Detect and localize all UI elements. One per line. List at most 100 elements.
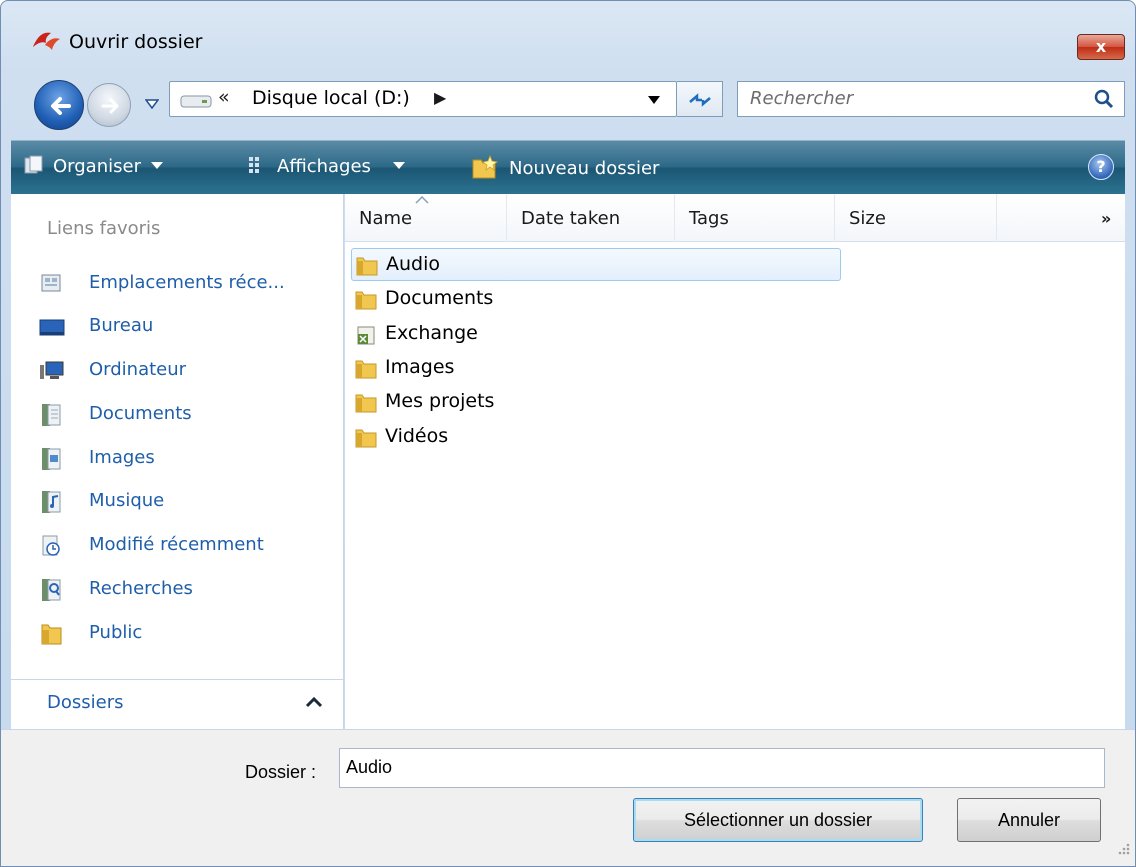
new-folder-label: Nouveau dossier xyxy=(509,158,660,179)
desktop-icon xyxy=(39,319,65,336)
close-button[interactable]: x xyxy=(1077,34,1125,60)
nav-item-public[interactable]: Public xyxy=(35,616,335,652)
list-item[interactable]: Vidéos xyxy=(351,421,841,454)
nav-item-label: Emplacements réce... xyxy=(89,272,285,293)
nav-item-recent-places[interactable]: Emplacements réce... xyxy=(35,266,335,302)
folder-name-field[interactable]: Audio xyxy=(339,748,1105,788)
column-label: Tags xyxy=(689,208,729,229)
nav-item-label: Images xyxy=(89,447,155,468)
file-name: Images xyxy=(385,356,455,378)
column-header-size[interactable]: Size xyxy=(835,194,997,242)
column-header-tags[interactable]: Tags xyxy=(675,194,835,242)
address-location[interactable]: Disque local (D:) xyxy=(252,87,410,109)
column-label: Name xyxy=(359,208,413,229)
list-item[interactable]: Exchange xyxy=(351,318,841,351)
back-button[interactable] xyxy=(34,80,84,130)
address-overflow-chevrons[interactable]: « xyxy=(218,86,230,108)
open-folder-dialog: Ouvrir dossier x « Disque local (D:) ▶ R… xyxy=(0,0,1136,867)
list-item[interactable]: Mes projets xyxy=(351,386,841,419)
computer-icon xyxy=(40,361,64,379)
organize-caret-icon xyxy=(150,162,163,169)
close-icon: x xyxy=(1095,37,1107,56)
music-icon xyxy=(42,491,61,513)
public-folder-icon xyxy=(41,624,62,645)
exchange-file-icon xyxy=(357,326,375,345)
select-folder-button[interactable]: Sélectionner un dossier xyxy=(633,798,923,842)
folder-icon xyxy=(355,360,377,379)
folder-icon xyxy=(355,394,377,413)
folders-toggle[interactable]: Dossiers xyxy=(11,679,344,729)
more-columns-chevron-icon[interactable]: » xyxy=(1101,209,1111,228)
search-placeholder: Rechercher xyxy=(750,88,854,109)
column-label: Size xyxy=(849,208,886,229)
search-input[interactable]: Rechercher xyxy=(737,81,1125,117)
address-bar[interactable]: « Disque local (D:) ▶ xyxy=(169,81,677,117)
nav-item-documents[interactable]: Documents xyxy=(35,397,335,433)
nav-item-label: Bureau xyxy=(89,315,154,336)
folders-label: Dossiers xyxy=(47,692,124,713)
refresh-button[interactable] xyxy=(677,81,723,117)
nav-item-recently-changed[interactable]: Modifié récemment xyxy=(35,528,335,564)
title-bar: Ouvrir dossier x xyxy=(1,1,1135,85)
drive-icon xyxy=(180,95,212,108)
favorite-links-header: Liens favoris xyxy=(47,218,161,239)
views-menu[interactable]: Affichages xyxy=(247,154,405,177)
search-icon[interactable] xyxy=(1094,89,1114,109)
window-title: Ouvrir dossier xyxy=(69,31,203,53)
column-label: Date taken xyxy=(521,208,621,229)
nav-item-label: Ordinateur xyxy=(89,359,187,380)
chevron-up-icon[interactable] xyxy=(305,696,323,708)
nav-item-label: Musique xyxy=(89,490,165,511)
help-icon: ? xyxy=(1096,157,1106,176)
nav-item-label: Modifié récemment xyxy=(89,534,264,555)
organize-menu[interactable]: Organiser xyxy=(23,154,163,177)
folder-icon xyxy=(356,257,378,276)
views-caret-icon xyxy=(392,162,405,169)
nav-item-searches[interactable]: Recherches xyxy=(35,572,335,608)
views-label: Affichages xyxy=(277,156,371,177)
documents-icon xyxy=(42,404,61,426)
address-dropdown-icon[interactable] xyxy=(648,96,660,104)
address-segment-arrow-icon[interactable]: ▶ xyxy=(434,88,446,107)
resize-grip-icon[interactable] xyxy=(1113,838,1131,856)
dialog-footer: Dossier : Audio Sélectionner un dossier … xyxy=(1,729,1135,866)
list-item[interactable]: Documents xyxy=(351,283,841,316)
organize-label: Organiser xyxy=(53,156,141,177)
column-header-row: Name Date taken Tags Size » xyxy=(345,194,1125,242)
folder-icon xyxy=(355,429,377,448)
nav-item-pictures[interactable]: Images xyxy=(35,441,335,477)
file-name: Audio xyxy=(386,253,441,275)
recently-changed-icon xyxy=(42,535,60,556)
nav-item-label: Public xyxy=(89,622,143,643)
file-name: Exchange xyxy=(385,322,478,344)
list-item[interactable]: Images xyxy=(351,352,841,385)
app-logo-icon xyxy=(33,32,60,50)
list-item[interactable]: Audio xyxy=(351,248,841,281)
column-header-date-taken[interactable]: Date taken xyxy=(507,194,675,242)
nav-item-music[interactable]: Musique xyxy=(35,484,335,520)
folder-field-label: Dossier : xyxy=(245,762,317,782)
views-icon xyxy=(249,157,259,173)
recent-places-icon xyxy=(41,274,61,292)
file-list: Name Date taken Tags Size » Audio Docume… xyxy=(345,194,1125,729)
refresh-icon xyxy=(689,93,711,107)
cancel-button[interactable]: Annuler xyxy=(957,798,1101,842)
pictures-icon xyxy=(42,448,61,470)
navigation-pane: Liens favoris Emplacements réce... Burea… xyxy=(11,194,344,729)
help-button[interactable]: ? xyxy=(1088,154,1114,180)
file-name: Vidéos xyxy=(385,425,449,447)
column-header-name[interactable]: Name xyxy=(345,194,507,242)
nav-item-label: Documents xyxy=(89,403,192,424)
command-bar: Organiser Affichages Nouveau dossier ? xyxy=(11,140,1125,194)
folder-icon xyxy=(355,291,377,310)
organize-icon xyxy=(24,155,43,174)
recent-pages-dropdown-icon[interactable] xyxy=(145,99,159,109)
sort-ascending-icon xyxy=(415,196,429,204)
nav-item-label: Recherches xyxy=(89,578,193,599)
nav-item-desktop[interactable]: Bureau xyxy=(35,309,335,345)
new-folder-icon xyxy=(472,154,498,179)
nav-item-computer[interactable]: Ordinateur xyxy=(35,353,335,389)
forward-arrow-icon xyxy=(101,98,119,114)
new-folder-button[interactable]: Nouveau dossier xyxy=(471,154,659,180)
forward-button[interactable] xyxy=(87,83,131,127)
